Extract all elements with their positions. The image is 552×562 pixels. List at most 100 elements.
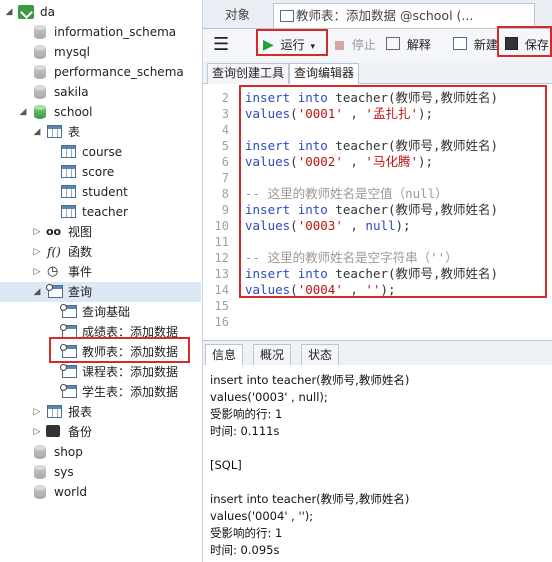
queries-label: 查询 (68, 285, 93, 299)
reports-label: 报表 (68, 405, 93, 419)
query-label: 成绩表：添加数据 (82, 325, 179, 339)
expand-arrow-icon[interactable]: ▷ (32, 222, 42, 242)
query-group-icon (46, 284, 63, 298)
table-icon (61, 185, 76, 198)
line-number-gutter: 2 3 4 5 6 7 8 9 10 11 12 13 14 15 16 (203, 84, 233, 339)
connection-label: da (40, 5, 55, 19)
query-icon (60, 344, 77, 358)
message-line: [SQL] (210, 458, 242, 472)
views-label: 视图 (68, 225, 93, 239)
database-open-icon (34, 105, 50, 119)
tab-query-editor[interactable]: 查询编辑器 (289, 63, 360, 84)
message-line: values('0003' , null); (210, 390, 328, 404)
expand-arrow-icon[interactable]: ▷ (32, 422, 42, 442)
code-line: values('0004' , ''); (245, 282, 396, 297)
code-comment: -- 这里的教师姓名是空字符串（''） (245, 250, 458, 265)
tables-label: 表 (68, 125, 81, 139)
database-label: sys (54, 465, 74, 479)
line-number: 10 (214, 219, 229, 233)
backup-label: 备份 (68, 425, 93, 439)
explain-icon (386, 37, 400, 50)
backup-icon (46, 425, 60, 437)
database-icon (34, 465, 50, 479)
database-icon (34, 85, 50, 99)
message-line: 受影响的行: 1 (210, 526, 283, 540)
tab-query-builder[interactable]: 查询创建工具 (207, 63, 290, 84)
save-icon (505, 37, 518, 50)
table-label: student (82, 185, 128, 199)
database-label: performance_schema (54, 65, 184, 79)
tree-item-queries[interactable]: ◢ 查询 (0, 282, 201, 302)
code-comment: -- 这里的教师姓名是空值（null） (245, 186, 448, 201)
line-number: 2 (221, 91, 229, 105)
line-number: 6 (221, 155, 229, 169)
query-toolbar: ☰ ▶ 运行 ▾ 停止 解释 新建 保存 (203, 29, 552, 62)
sql-editor[interactable]: 2 3 4 5 6 7 8 9 10 11 12 13 14 15 16 ins… (203, 84, 552, 339)
line-number: 13 (214, 267, 229, 281)
table-label: teacher (82, 205, 128, 219)
query-label: 查询基础 (82, 305, 131, 319)
tab-profile[interactable]: 概况 (253, 344, 292, 366)
database-label: shop (54, 445, 83, 459)
message-line: values('0004' , ''); (210, 509, 314, 523)
expand-arrow-icon[interactable]: ▷ (32, 402, 42, 422)
code-line: values('0002' , '马化腾'); (245, 154, 434, 169)
collapse-arrow-icon[interactable]: ◢ (4, 2, 14, 22)
explain-label: 解释 (406, 38, 431, 52)
tab-objects[interactable]: 对象 (217, 3, 258, 28)
clock-icon: ◷ (47, 264, 59, 279)
run-label: 运行 (280, 38, 305, 52)
editor-mode-tabs: 查询创建工具 查询编辑器 (203, 61, 552, 84)
database-icon (34, 65, 50, 79)
message-line: 时间: 0.111s (210, 424, 280, 438)
collapse-arrow-icon[interactable]: ◢ (32, 282, 42, 302)
stop-label: 停止 (351, 38, 376, 52)
stop-button[interactable]: 停止 (335, 35, 376, 55)
table-icon (61, 165, 76, 178)
explain-button[interactable]: 解释 (386, 35, 431, 55)
new-query-icon (453, 37, 467, 50)
expand-arrow-icon[interactable]: ▷ (32, 262, 42, 282)
query-label: 教师表：添加数据 (82, 345, 179, 359)
line-number: 14 (214, 283, 229, 297)
code-line: values('0001' , '孟扎扎'); (245, 106, 434, 121)
functions-label: 函数 (68, 245, 93, 259)
stop-icon (335, 41, 344, 50)
tab-status[interactable]: 状态 (301, 344, 340, 366)
query-icon (60, 324, 77, 338)
query-icon (60, 364, 77, 378)
database-icon (34, 25, 50, 39)
function-icon: f() (47, 245, 61, 259)
navigation-tree: ◢ da information_schema mysql performanc… (0, 0, 203, 562)
connection-icon (18, 5, 34, 19)
code-line: insert into teacher(教师号,教师姓名) (245, 202, 499, 217)
save-button[interactable]: 保存 (505, 35, 549, 55)
table-label: score (82, 165, 115, 179)
query-icon (280, 10, 294, 22)
tab-query-teacher-label: 教师表：添加数据 @school (... (296, 8, 474, 23)
database-icon (34, 45, 50, 59)
menu-icon[interactable]: ☰ (213, 35, 229, 55)
tab-info[interactable]: 信息 (205, 344, 244, 366)
new-button[interactable]: 新建 (453, 35, 498, 55)
dropdown-arrow-icon[interactable]: ▾ (310, 42, 315, 52)
database-label: world (54, 485, 88, 499)
code-line: values('0003' , null); (245, 218, 411, 233)
new-label: 新建 (473, 38, 498, 52)
database-label: school (54, 105, 93, 119)
line-number: 11 (214, 235, 229, 249)
database-icon (34, 445, 50, 459)
query-label: 课程表：添加数据 (82, 365, 179, 379)
expand-arrow-icon[interactable]: ▷ (32, 242, 42, 262)
collapse-arrow-icon[interactable]: ◢ (32, 122, 42, 142)
tab-query-teacher[interactable]: 教师表：添加数据 @school (... (273, 3, 535, 28)
line-number: 15 (214, 299, 229, 313)
line-number: 3 (221, 107, 229, 121)
database-label: mysql (54, 45, 90, 59)
message-line: 受影响的行: 1 (210, 407, 283, 421)
query-icon (60, 304, 77, 318)
database-label: information_schema (54, 25, 177, 39)
collapse-arrow-icon[interactable]: ◢ (18, 102, 28, 122)
line-number: 12 (214, 251, 229, 265)
run-button[interactable]: ▶ 运行 ▾ (263, 35, 315, 55)
